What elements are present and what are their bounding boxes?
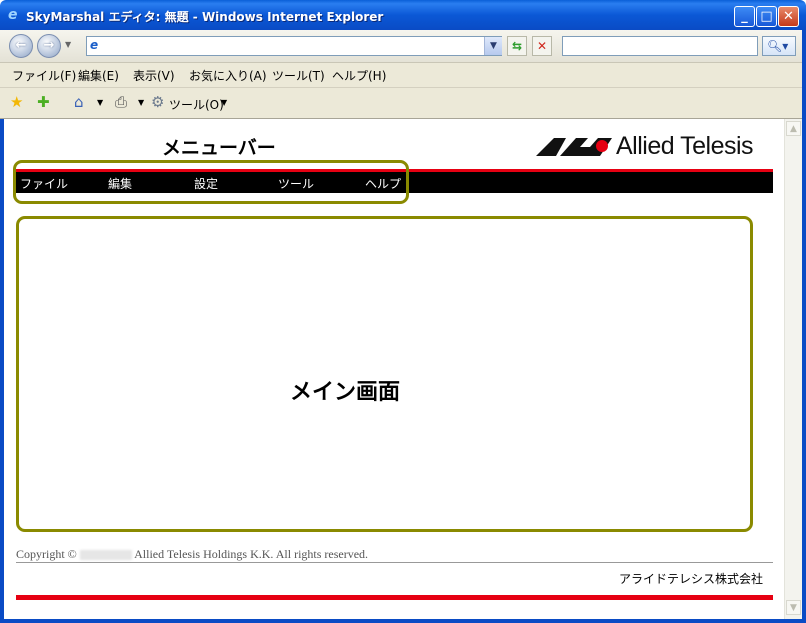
close-button[interactable]: ✕ [778, 6, 799, 27]
search-icon: 🔍︎▾ [767, 39, 789, 53]
minimize-icon: _ [741, 9, 748, 24]
menu-tools[interactable]: ツール(T) [272, 67, 325, 84]
minimize-button[interactable]: _ [734, 6, 755, 27]
menu-file[interactable]: ファイル(F) [12, 67, 76, 84]
address-dropdown-button[interactable]: ▼ [484, 37, 502, 55]
maximize-icon: □ [760, 9, 773, 24]
page-icon: e [90, 38, 99, 52]
back-arrow-icon: ← [15, 38, 27, 53]
menu-view[interactable]: 表示(V) [133, 67, 175, 84]
home-icon[interactable]: ⌂ [74, 94, 84, 110]
history-dropdown-icon[interactable]: ▼ [65, 40, 71, 49]
footer-red-rule [16, 595, 773, 600]
copyright-text: Copyright © Allied Telesis Holdings K.K.… [16, 547, 368, 562]
copyright-prefix: Copyright © [16, 547, 77, 561]
main-area-label: メイン画面 [290, 380, 401, 405]
window-border-bottom [0, 619, 806, 623]
add-favorite-icon[interactable]: ✚ [37, 94, 50, 110]
window-border-right [802, 30, 806, 623]
footer-divider [16, 562, 773, 563]
logo-text: Allied Telesis [616, 132, 754, 160]
tools-button[interactable]: ツール(O) [169, 96, 224, 113]
home-dropdown-icon[interactable]: ▼ [97, 98, 103, 107]
menu-help[interactable]: ヘルプ(H) [332, 67, 386, 84]
menubar-callout-frame [13, 160, 409, 204]
favorites-star-icon[interactable]: ★ [10, 94, 23, 110]
close-icon: ✕ [783, 9, 794, 24]
forward-arrow-icon: → [43, 38, 55, 53]
copyright-years-redacted [79, 550, 132, 561]
browser-menubar [0, 63, 806, 88]
copyright-suffix: Allied Telesis Holdings K.K. All rights … [134, 547, 369, 561]
company-name: アライドテレシス株式会社 [618, 572, 763, 586]
window-title: SkyMarshal エディタ: 無題 - Windows Internet E… [26, 10, 384, 24]
gear-icon[interactable]: ⚙ [151, 94, 164, 110]
print-dropdown-icon[interactable]: ▼ [138, 98, 144, 107]
stop-icon: ✕ [536, 39, 548, 53]
stop-button[interactable]: ✕ [532, 36, 552, 56]
search-button[interactable]: 🔍︎▾ [762, 36, 796, 56]
menu-favorites[interactable]: お気に入り(A) [189, 67, 267, 84]
print-icon[interactable]: ⎙ [115, 94, 127, 110]
tools-dropdown-icon[interactable]: ▼ [221, 98, 227, 107]
menubar-heading: メニューバー [162, 137, 276, 159]
window-border-left [0, 119, 4, 623]
refresh-button[interactable]: ⇆ [507, 36, 527, 56]
scroll-up-button[interactable]: ▲ [786, 121, 801, 136]
vertical-scrollbar[interactable] [784, 119, 803, 620]
refresh-icon: ⇆ [511, 39, 523, 53]
address-input[interactable]: e [86, 36, 502, 56]
search-input[interactable] [562, 36, 758, 56]
forward-button[interactable]: → [37, 34, 61, 58]
scroll-down-button[interactable]: ▼ [786, 600, 801, 615]
ie-icon: e [8, 7, 18, 23]
back-button[interactable]: ← [9, 34, 33, 58]
menu-edit[interactable]: 編集(E) [78, 67, 119, 84]
maximize-button[interactable]: □ [756, 6, 777, 27]
